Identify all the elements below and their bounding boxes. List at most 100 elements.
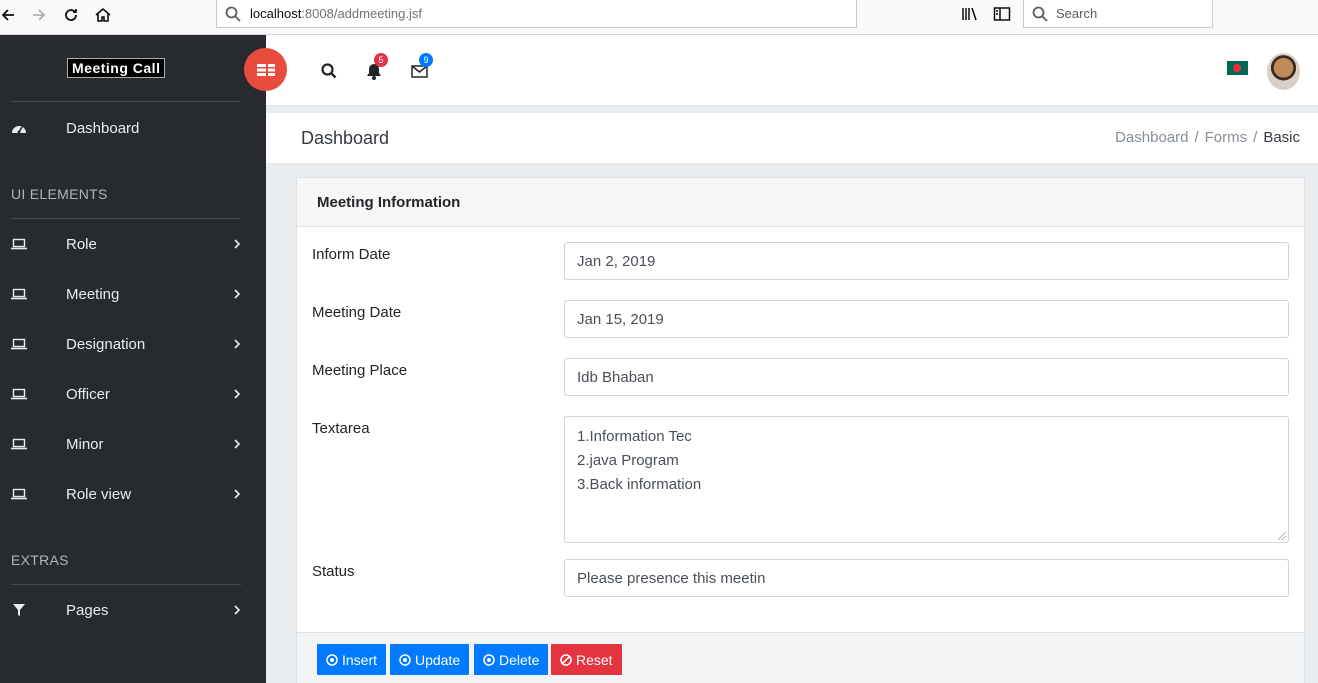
status-field[interactable]: Please presence this meetin (564, 559, 1289, 597)
sidebar-item-designation[interactable]: Designation (0, 324, 266, 364)
logo[interactable]: Meeting Call (67, 58, 166, 78)
library-icon[interactable] (961, 6, 979, 24)
breadcrumb-item-basic: Basic (1263, 129, 1300, 146)
section-header-ui-elements: UI ELEMENTS (11, 186, 108, 202)
inform-date-label: Inform Date (312, 246, 391, 263)
sidebar-item-label: Role (66, 235, 97, 253)
ban-icon (560, 653, 572, 666)
browser-search-input[interactable]: Search (1023, 0, 1213, 28)
chevron-right-icon (234, 339, 241, 349)
language-flag-icon[interactable] (1227, 61, 1248, 75)
circle-dot-icon (399, 653, 411, 666)
search-icon (321, 63, 337, 79)
breadcrumb-item-forms[interactable]: Forms (1205, 129, 1248, 146)
insert-button-label: Insert (342, 651, 378, 668)
chevron-right-icon (234, 289, 241, 299)
sidebar-item-role[interactable]: Role (0, 224, 266, 264)
sidebar-item-label: Minor (66, 435, 104, 453)
back-arrow-icon (1, 9, 14, 21)
back-button[interactable] (0, 4, 20, 26)
sidebar-item-label: Designation (66, 335, 146, 353)
meeting-place-value: Idb Bhaban (577, 368, 654, 386)
agenda-textarea[interactable]: 1.Information Tec 2.java Program 3.Back … (564, 416, 1289, 543)
circle-dot-icon (326, 653, 338, 666)
url-path: :8008/addmeeting.jsf (301, 6, 423, 21)
forward-button[interactable] (27, 4, 51, 26)
url-bar[interactable]: localhost:8008/addmeeting.jsf (216, 0, 857, 28)
reload-icon (65, 9, 77, 21)
chevron-right-icon (234, 489, 241, 499)
resize-handle[interactable] (1278, 532, 1286, 540)
meeting-place-label: Meeting Place (312, 362, 408, 379)
sidebar: Meeting Call Dashboard UI ELEMENTS Role … (0, 35, 266, 683)
sidebar-divider (11, 584, 241, 585)
textarea-line: 2.java Program (577, 452, 679, 469)
update-button[interactable]: Update (390, 644, 470, 675)
meeting-place-field[interactable]: Idb Bhaban (564, 358, 1289, 396)
sidebar-divider (11, 101, 241, 102)
circle-dot-icon (483, 653, 495, 666)
chevron-right-icon (234, 605, 241, 615)
breadcrumb-separator: / (1194, 129, 1199, 146)
menu-icon (256, 63, 275, 76)
meeting-date-value: Jan 15, 2019 (577, 310, 664, 328)
notification-count-badge: 5 (374, 53, 388, 67)
status-label: Status (312, 563, 355, 580)
textarea-line: 1.Information Tec (577, 428, 692, 445)
home-button[interactable] (91, 4, 115, 26)
laptop-icon (11, 236, 27, 252)
sidebar-item-label: Pages (66, 601, 109, 619)
sidebar-item-role-view[interactable]: Role view (0, 474, 266, 514)
avatar[interactable] (1267, 53, 1300, 90)
chevron-right-icon (234, 389, 241, 399)
laptop-icon (11, 486, 27, 502)
sidebar-item-meeting[interactable]: Meeting (0, 274, 266, 314)
reset-button-label: Reset (576, 651, 613, 668)
chevron-right-icon (234, 239, 241, 249)
reset-button[interactable]: Reset (551, 644, 622, 675)
status-value: Please presence this meetin (577, 569, 766, 587)
notifications-button[interactable]: 5 (364, 53, 388, 81)
meeting-info-card: Meeting Information Inform Date Jan 2, 2… (296, 177, 1305, 683)
sidebar-item-label: Meeting (66, 285, 120, 303)
breadcrumb-separator: / (1253, 129, 1258, 146)
textarea-label: Textarea (312, 420, 370, 437)
browser-search-placeholder: Search (1056, 6, 1098, 21)
chevron-right-icon (234, 439, 241, 449)
delete-button-label: Delete (499, 651, 540, 668)
sidebar-item-dashboard[interactable]: Dashboard (0, 108, 266, 148)
messages-button[interactable]: 9 (409, 53, 433, 81)
reload-button[interactable] (59, 4, 83, 26)
card-header: Meeting Information (297, 178, 1304, 227)
inform-date-field[interactable]: Jan 2, 2019 (564, 242, 1289, 280)
sidebar-item-officer[interactable]: Officer (0, 374, 266, 414)
sidebar-item-label: Role view (66, 485, 132, 503)
dashboard-gauge-icon (11, 120, 27, 136)
menu-toggle-button[interactable] (244, 48, 287, 91)
delete-button[interactable]: Delete (474, 644, 549, 675)
update-button-label: Update (415, 651, 461, 668)
sidebar-item-label: Dashboard (66, 119, 140, 137)
message-count-badge: 9 (419, 53, 433, 67)
logo-text: Meeting Call (67, 58, 166, 78)
search-icon (1032, 6, 1048, 22)
card-footer: Insert Update Delete Reset (297, 632, 1304, 683)
search-button[interactable] (319, 61, 339, 81)
meeting-date-field[interactable]: Jan 15, 2019 (564, 300, 1289, 338)
url-host: localhost (250, 6, 302, 21)
sidebar-item-label: Officer (66, 385, 110, 403)
page-title: Dashboard (301, 128, 390, 148)
sidebar-toggle-icon[interactable] (993, 6, 1011, 24)
laptop-icon (11, 386, 27, 402)
insert-button[interactable]: Insert (317, 644, 387, 675)
search-icon (225, 6, 241, 22)
page-title-bar: Dashboard Dashboard / Forms / Basic (266, 113, 1318, 163)
laptop-icon (11, 436, 27, 452)
forward-arrow-icon (33, 9, 46, 21)
breadcrumb-item-dashboard[interactable]: Dashboard (1115, 129, 1188, 146)
filter-icon (11, 602, 27, 618)
laptop-icon (11, 286, 27, 302)
textarea-line: 3.Back information (577, 476, 702, 493)
sidebar-item-minor[interactable]: Minor (0, 424, 266, 464)
sidebar-item-pages[interactable]: Pages (0, 590, 266, 630)
